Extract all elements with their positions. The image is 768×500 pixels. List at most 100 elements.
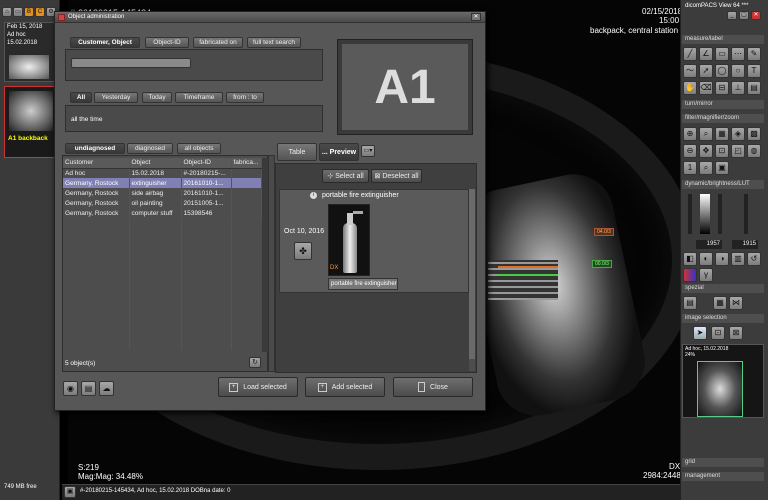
table-row[interactable]: Ad hoc 15.02.2018 #-20180215-... bbox=[63, 168, 262, 178]
pointer-icon[interactable]: ➤ bbox=[693, 326, 707, 340]
deselect-all-button[interactable]: ⊠ Deselect all bbox=[371, 169, 422, 183]
section-grid[interactable]: grid bbox=[682, 458, 764, 467]
section-turn-mirror[interactable]: turn/mirror bbox=[682, 100, 764, 109]
hand-tool-icon[interactable]: ✋ bbox=[683, 81, 697, 95]
calibrate-tool-icon[interactable]: ⊟ bbox=[715, 81, 729, 95]
image-preview[interactable]: Ad hoc, 15.02.2018 24% bbox=[682, 344, 764, 418]
spezial-1-icon[interactable]: ▤ bbox=[683, 296, 697, 310]
section-spezial[interactable]: spezial bbox=[682, 284, 764, 293]
pen-tool-icon[interactable]: ✎ bbox=[747, 47, 761, 61]
camera-icon[interactable]: ◉ bbox=[63, 381, 78, 396]
tab-customer-object[interactable]: Customer, Object bbox=[70, 37, 140, 48]
mosaic-icon[interactable]: ▩ bbox=[747, 127, 761, 141]
section-image-selection[interactable]: image selection bbox=[682, 314, 764, 323]
rectangle-tool-icon[interactable]: ▭ bbox=[715, 47, 729, 61]
column-header-fabricated[interactable]: fabrica... bbox=[231, 158, 262, 169]
preview-scroll-thumb[interactable] bbox=[469, 189, 475, 359]
histogram-icon[interactable]: ▥ bbox=[731, 252, 745, 266]
lut-slider[interactable] bbox=[744, 194, 748, 234]
circle-tool-icon[interactable]: ○ bbox=[731, 64, 745, 78]
section-management[interactable]: management bbox=[682, 472, 764, 481]
color-map-icon[interactable] bbox=[683, 268, 697, 282]
auto-contrast-icon[interactable]: ◑ bbox=[715, 252, 729, 266]
preview-item-action-icon[interactable]: ✤ bbox=[294, 242, 312, 260]
card-info-icon[interactable]: i bbox=[310, 192, 317, 199]
home-icon[interactable]: ⌂ bbox=[2, 7, 12, 17]
add-selected-button[interactable]: + Add selected bbox=[305, 377, 385, 397]
magnifier-icon[interactable]: ⌕ bbox=[699, 127, 713, 141]
tab-all[interactable]: All bbox=[70, 92, 92, 103]
preview-item-card[interactable]: i portable fire extinguisher Oct 10, 201… bbox=[279, 189, 469, 293]
angle-tool-icon[interactable]: ∠ bbox=[699, 47, 713, 61]
preview-scrollbar[interactable] bbox=[469, 189, 475, 371]
arrow-tool-icon[interactable]: ➚ bbox=[699, 64, 713, 78]
pin-tool-icon[interactable]: ⊥ bbox=[731, 81, 745, 95]
tab-object-id[interactable]: Object-ID bbox=[145, 37, 189, 48]
window-width-value[interactable]: 1915 bbox=[732, 240, 758, 249]
search-icon[interactable]: ⌕ bbox=[699, 161, 713, 175]
edge-icon[interactable]: ◰ bbox=[731, 144, 745, 158]
refresh-icon[interactable]: ↻ bbox=[249, 357, 261, 368]
sharpen-icon[interactable]: ◈ bbox=[731, 127, 745, 141]
orange-c-icon[interactable]: C bbox=[35, 7, 45, 17]
pan-icon[interactable]: ✥ bbox=[699, 144, 713, 158]
select-all-button[interactable]: ⊹ Select all bbox=[322, 169, 369, 183]
spezial-2-icon[interactable]: ▦ bbox=[713, 296, 727, 310]
restore-icon[interactable]: ▢ bbox=[739, 11, 749, 20]
select-box-icon[interactable]: ⊡ bbox=[711, 326, 725, 340]
table-row[interactable]: Germany, Rostock computer stuff 15398546 bbox=[63, 208, 262, 218]
blur-icon[interactable]: ◍ bbox=[747, 144, 761, 158]
section-measure-label[interactable]: measure/label bbox=[682, 35, 764, 44]
spezial-3-icon[interactable]: ⋈ bbox=[729, 296, 743, 310]
tab-all-objects[interactable]: all objects bbox=[177, 143, 221, 154]
folder-icon[interactable]: ▭ bbox=[13, 7, 23, 17]
zoom-in-icon[interactable]: ⊕ bbox=[683, 127, 697, 141]
contrast-slider[interactable] bbox=[718, 194, 722, 234]
tab-full-text-search[interactable]: full text search bbox=[247, 37, 301, 48]
minimize-icon[interactable]: _ bbox=[727, 11, 737, 20]
panel-splitter[interactable] bbox=[268, 155, 275, 372]
invert-icon[interactable]: ◐ bbox=[699, 252, 713, 266]
lut-icon[interactable]: ◧ bbox=[683, 252, 697, 266]
column-header-object[interactable]: Object bbox=[129, 158, 182, 169]
tab-table[interactable]: Table bbox=[277, 143, 317, 161]
tab-from-to[interactable]: from : to bbox=[226, 92, 264, 103]
column-header-customer[interactable]: Customer bbox=[63, 158, 130, 169]
brightness-slider[interactable] bbox=[688, 194, 692, 234]
search-input[interactable] bbox=[71, 58, 191, 68]
eraser-tool-icon[interactable]: ⌫ bbox=[699, 81, 713, 95]
ellipse-tool-icon[interactable]: ◯ bbox=[715, 64, 729, 78]
one-to-one-icon[interactable]: 1 bbox=[683, 161, 697, 175]
dialog-close-icon[interactable]: ✕ bbox=[471, 13, 481, 21]
preview-options-icon[interactable]: ▭▾ bbox=[361, 145, 375, 157]
orange-b-icon[interactable]: B bbox=[24, 7, 34, 17]
dialog-titlebar[interactable]: Object administration ✕ bbox=[55, 12, 485, 23]
tab-fabricated-on[interactable]: fabricated on bbox=[193, 37, 243, 48]
close-button[interactable]: Close bbox=[393, 377, 473, 397]
scanner-icon[interactable]: ▤ bbox=[81, 381, 96, 396]
section-dynamic-lut[interactable]: dynamic/brightness/LUT bbox=[682, 180, 764, 189]
window-level-value[interactable]: 1957 bbox=[696, 240, 722, 249]
table-row[interactable]: Germany, Rostock side airbag 20161010-1.… bbox=[63, 188, 262, 198]
fit-icon[interactable]: ⊡ bbox=[715, 144, 729, 158]
thumbnail-2[interactable]: A1 backback bbox=[4, 86, 56, 158]
text-tool-icon[interactable]: T bbox=[747, 64, 761, 78]
close-icon[interactable]: ✕ bbox=[751, 11, 761, 20]
deselect-icon[interactable]: ⊠ bbox=[729, 326, 743, 340]
tab-today[interactable]: Today bbox=[142, 92, 172, 103]
tab-timeframe[interactable]: Timeframe bbox=[175, 92, 223, 103]
status-icon[interactable]: ▣ bbox=[64, 486, 76, 498]
dots-tool-icon[interactable]: ⋯ bbox=[731, 47, 745, 61]
tab-yesterday[interactable]: Yesterday bbox=[94, 92, 138, 103]
tab-undiagnosed[interactable]: undiagnosed bbox=[65, 143, 125, 154]
column-header-object-id[interactable]: Object-ID bbox=[181, 158, 232, 169]
section-filter-zoom[interactable]: filter/magnifier/zoom bbox=[682, 114, 764, 123]
label-tool-icon[interactable]: ▤ bbox=[747, 81, 761, 95]
zoom-box-icon[interactable]: ▣ bbox=[715, 161, 729, 175]
tab-diagnosed[interactable]: diagnosed bbox=[127, 143, 173, 154]
cloud-icon[interactable]: ☁ bbox=[99, 381, 114, 396]
table-row-selected[interactable]: Germany, Rostock extinguisher 20161010-1… bbox=[63, 178, 262, 188]
load-selected-button[interactable]: + Load selected bbox=[218, 377, 298, 397]
tab-preview[interactable]: ... Preview bbox=[319, 143, 359, 161]
line-tool-icon[interactable]: ╱ bbox=[683, 47, 697, 61]
